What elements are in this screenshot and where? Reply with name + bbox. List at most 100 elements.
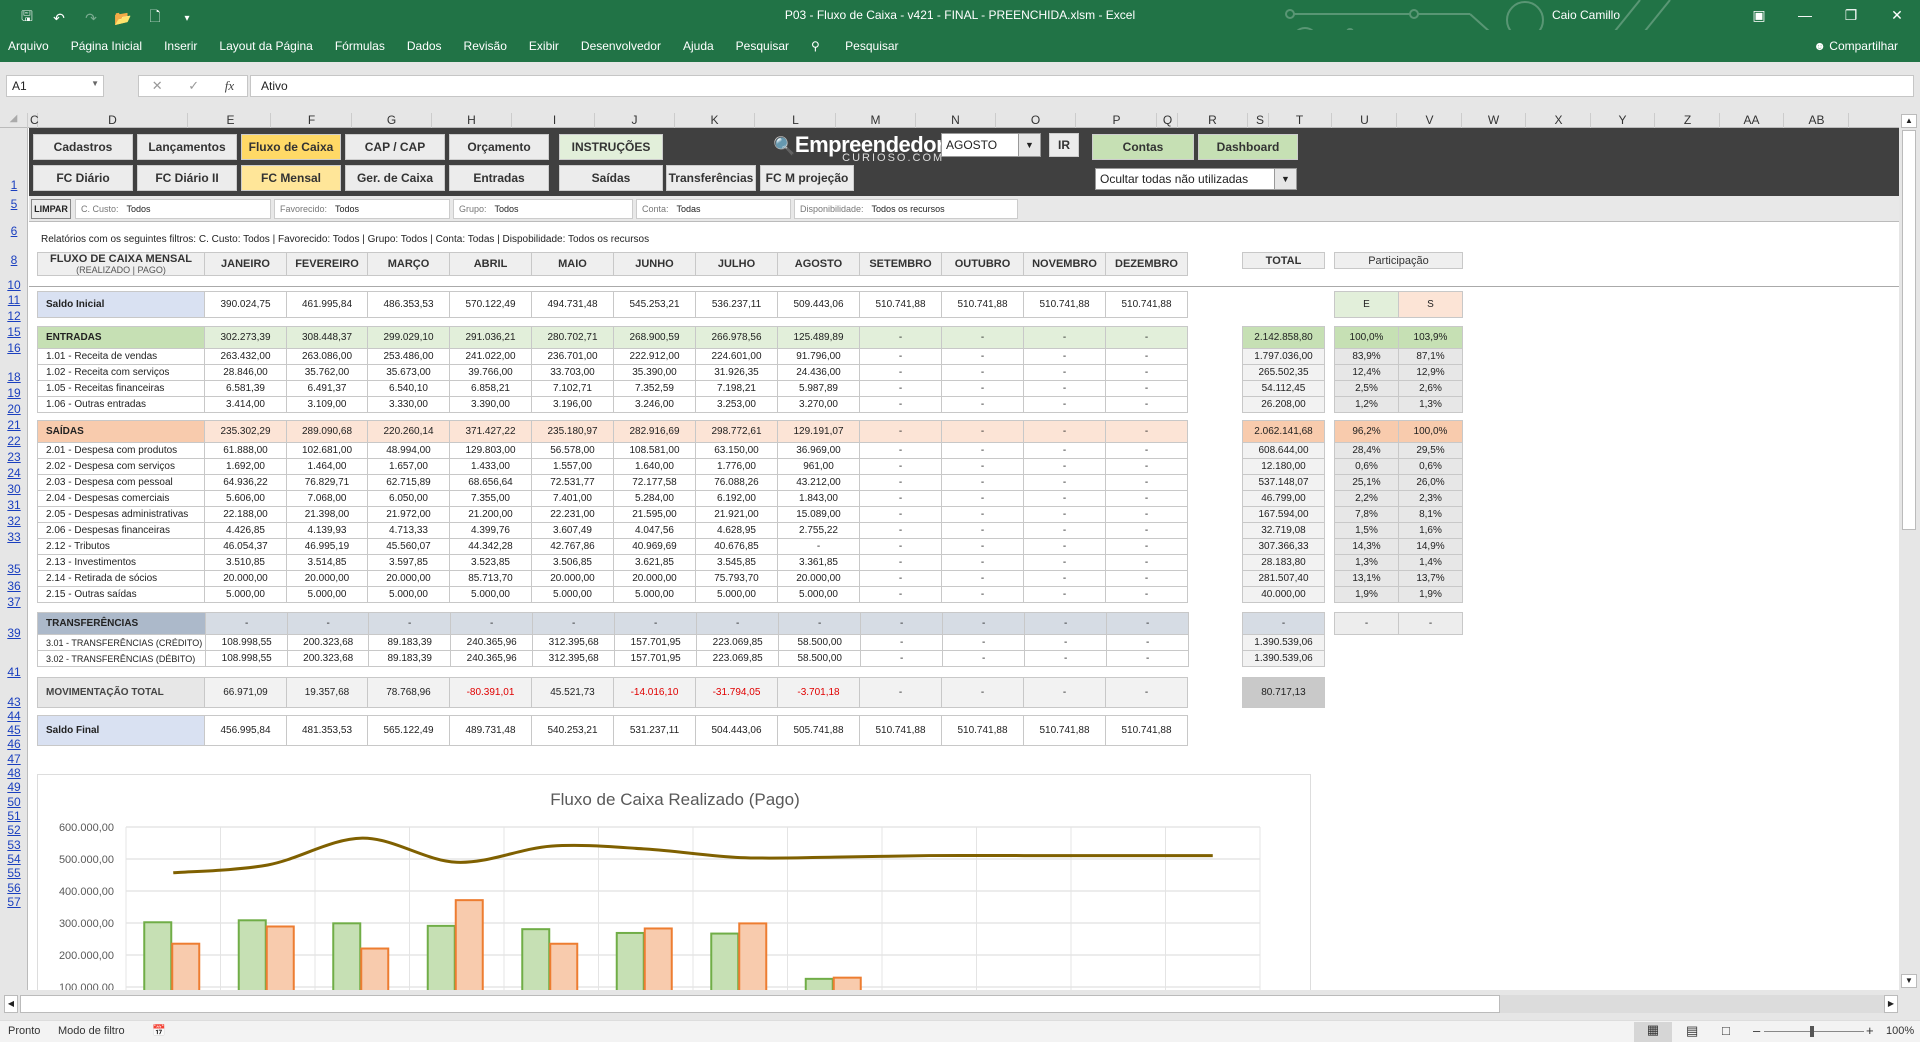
nav-orcamento-button[interactable]: Orçamento: [449, 134, 549, 160]
month-value-cell[interactable]: 510.741,88: [1023, 715, 1106, 746]
tell-me-search[interactable]: ⚲ Pesquisar: [800, 39, 921, 53]
month-value-cell[interactable]: 280.702,71: [531, 326, 614, 349]
row-label[interactable]: 2.13 - Investimentos: [37, 554, 205, 571]
nav-ger-de-caixa-button[interactable]: Ger. de Caixa: [345, 165, 445, 191]
horizontal-scroll-track[interactable]: [1500, 995, 1885, 1013]
month-value-cell[interactable]: 1.843,00: [777, 490, 860, 507]
month-value-cell[interactable]: 6.192,00: [695, 490, 778, 507]
row-label[interactable]: MOVIMENTAÇÃO TOTAL: [37, 677, 205, 708]
month-value-cell[interactable]: -: [941, 586, 1024, 603]
month-value-cell[interactable]: 3.514,85: [286, 554, 368, 571]
month-value-cell[interactable]: 266.978,56: [695, 326, 778, 349]
dashboard-button[interactable]: Dashboard: [1198, 134, 1298, 160]
row-label[interactable]: 1.05 - Receitas financeiras: [37, 380, 205, 397]
month-value-cell[interactable]: 223.069,85: [696, 634, 780, 651]
participation-e-cell[interactable]: 0,6%: [1334, 458, 1399, 475]
month-value-cell[interactable]: -: [1023, 506, 1106, 523]
dropdown-arrow-icon[interactable]: ▼: [1274, 169, 1296, 189]
month-value-cell[interactable]: -: [859, 522, 942, 539]
row-header[interactable]: 47: [0, 752, 28, 766]
month-value-cell[interactable]: 43.212,00: [777, 474, 860, 491]
row-header[interactable]: 1: [0, 178, 28, 192]
zoom-slider-thumb[interactable]: [1810, 1026, 1814, 1037]
row-header[interactable]: 20: [0, 402, 28, 416]
row-header[interactable]: 32: [0, 514, 28, 528]
month-value-cell[interactable]: 291.036,21: [449, 326, 532, 349]
month-value-cell[interactable]: -: [859, 554, 942, 571]
row-header[interactable]: 12: [0, 309, 28, 323]
participation-e-cell[interactable]: 1,3%: [1334, 554, 1399, 571]
month-value-cell[interactable]: -: [941, 490, 1024, 507]
chevron-down-icon[interactable]: ▼: [91, 79, 99, 88]
zoom-out-icon[interactable]: –: [1753, 1023, 1760, 1038]
month-value-cell[interactable]: 299.029,10: [367, 326, 450, 349]
month-value-cell[interactable]: 24.436,00: [777, 364, 860, 381]
column-header[interactable]: J: [595, 113, 675, 128]
nav-instrucoes-button[interactable]: INSTRUÇÕES: [559, 134, 663, 160]
month-value-cell[interactable]: 3.361,85: [777, 554, 860, 571]
select-all-corner[interactable]: ◢: [0, 113, 28, 128]
month-value-cell[interactable]: -: [941, 506, 1024, 523]
month-value-cell[interactable]: 224.601,00: [695, 348, 778, 365]
month-value-cell[interactable]: -: [1106, 634, 1190, 651]
vertical-scroll-thumb[interactable]: [1902, 130, 1916, 530]
minimize-icon[interactable]: —: [1782, 0, 1828, 30]
month-value-cell[interactable]: 298.772,61: [695, 420, 778, 443]
contas-button[interactable]: Contas: [1092, 134, 1194, 160]
row-label[interactable]: 2.04 - Despesas comerciais: [37, 490, 205, 507]
month-value-cell[interactable]: -: [859, 458, 942, 475]
month-header[interactable]: JANEIRO: [204, 252, 287, 276]
row-label[interactable]: 2.01 - Despesa com produtos: [37, 442, 205, 459]
month-value-cell[interactable]: 456.995,84: [204, 715, 287, 746]
nav-saidas-button[interactable]: Saídas: [559, 165, 663, 191]
column-header[interactable]: N: [916, 113, 996, 128]
month-value-cell[interactable]: 20.000,00: [204, 570, 287, 587]
month-value-cell[interactable]: 108.998,55: [205, 634, 289, 651]
month-value-cell[interactable]: 5.284,00: [613, 490, 696, 507]
participation-e-cell[interactable]: 12,4%: [1334, 364, 1399, 381]
participation-s-cell[interactable]: 26,0%: [1398, 474, 1463, 491]
month-value-cell[interactable]: 3.545,85: [695, 554, 778, 571]
month-value-cell[interactable]: 85.713,70: [449, 570, 532, 587]
participation-e-cell[interactable]: 1,5%: [1334, 522, 1399, 539]
month-value-cell[interactable]: 200.323,68: [287, 634, 370, 651]
row-label[interactable]: TRANSFERÊNCIAS: [36, 612, 207, 635]
month-value-cell[interactable]: -: [532, 612, 616, 635]
month-value-cell[interactable]: 78.768,96: [367, 677, 450, 708]
month-value-cell[interactable]: 510.741,88: [859, 291, 942, 318]
month-value-cell[interactable]: 3.510,85: [204, 554, 287, 571]
row-label[interactable]: 1.02 - Receita com serviços: [37, 364, 205, 381]
month-value-cell[interactable]: -: [1105, 506, 1188, 523]
participation-s-cell[interactable]: -: [1398, 612, 1463, 635]
tab-arquivo[interactable]: Arquivo: [8, 39, 60, 53]
month-value-cell[interactable]: 21.921,00: [695, 506, 778, 523]
nav-cap-button[interactable]: CAP / CAP: [345, 134, 445, 160]
hide-unused-select[interactable]: Ocultar todas não utilizadas ▼: [1095, 168, 1297, 190]
month-value-cell[interactable]: 5.000,00: [777, 586, 860, 603]
month-value-cell[interactable]: 461.995,84: [286, 291, 368, 318]
month-value-cell[interactable]: -: [859, 380, 942, 397]
month-value-cell[interactable]: 486.353,53: [367, 291, 450, 318]
nav-entradas-button[interactable]: Entradas: [449, 165, 549, 191]
month-value-cell[interactable]: 3.597,85: [367, 554, 450, 571]
total-cell[interactable]: 265.502,35: [1242, 364, 1325, 381]
month-value-cell[interactable]: 371.427,22: [449, 420, 532, 443]
month-value-cell[interactable]: 236.701,00: [531, 348, 614, 365]
month-value-cell[interactable]: 510.741,88: [859, 715, 942, 746]
row-header[interactable]: 56: [0, 881, 28, 895]
month-value-cell[interactable]: -: [1105, 380, 1188, 397]
total-cell[interactable]: 54.112,45: [1242, 380, 1325, 397]
row-label[interactable]: Saldo Final: [37, 715, 205, 746]
month-value-cell[interactable]: -: [1105, 554, 1188, 571]
month-value-cell[interactable]: 66.971,09: [204, 677, 287, 708]
row-label[interactable]: ENTRADAS: [37, 326, 205, 349]
month-value-cell[interactable]: 4.047,56: [613, 522, 696, 539]
row-header[interactable]: 33: [0, 530, 28, 544]
nav-cadastros-button[interactable]: Cadastros: [33, 134, 133, 160]
column-header[interactable]: V: [1398, 113, 1462, 128]
month-value-cell[interactable]: -: [941, 474, 1024, 491]
month-header[interactable]: NOVEMBRO: [1023, 252, 1106, 276]
row-header[interactable]: 50: [0, 795, 28, 809]
month-value-cell[interactable]: -: [1105, 442, 1188, 459]
month-value-cell[interactable]: 89.183,39: [368, 634, 452, 651]
